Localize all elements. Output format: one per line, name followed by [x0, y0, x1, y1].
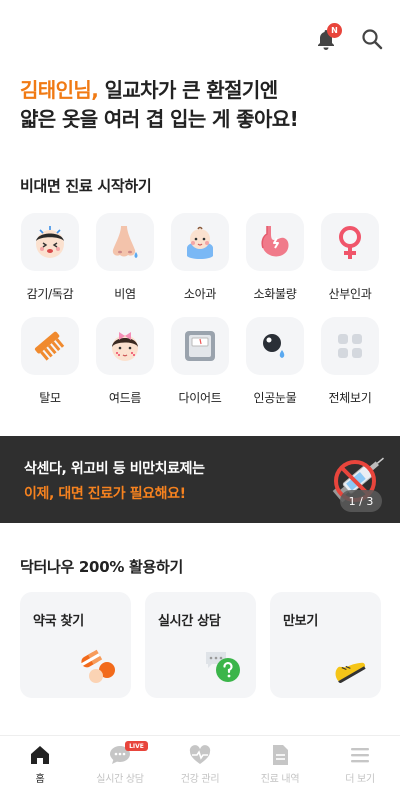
chat-question-icon: [206, 652, 240, 682]
tab-history[interactable]: 진료 내역: [240, 736, 320, 791]
tab-more[interactable]: 더 보기: [320, 736, 400, 791]
telemedicine-section-title: 비대면 진료 시작하기: [20, 177, 152, 195]
category-pediatrics[interactable]: 소아과: [170, 213, 230, 302]
greeting-message: 김태인님, 일교차가 큰 환절기엔 얇은 옷을 여러 겹 입는 게 좋아요!: [20, 76, 299, 134]
category-label: 감기/독감: [26, 287, 74, 301]
greeting-line2: 얇은 옷을 여러 겹 입는 게 좋아요!: [20, 107, 299, 131]
card-title: 약국 찾기: [33, 614, 84, 629]
tab-label: 실시간 상담: [96, 774, 144, 785]
category-label: 다이어트: [178, 391, 222, 405]
sneaker-icon: [335, 662, 366, 683]
category-cold[interactable]: 감기/독감: [20, 213, 80, 302]
grid-icon: [338, 334, 362, 358]
pedometer-card[interactable]: 만보기: [270, 592, 381, 698]
category-acne[interactable]: 여드름: [95, 317, 155, 406]
baby-icon: [187, 226, 213, 259]
search-icon[interactable]: [361, 28, 383, 50]
tab-label: 건강 관리: [180, 774, 220, 785]
category-label: 인공눈물: [253, 391, 297, 405]
category-tile: [171, 317, 229, 375]
category-tile: [321, 317, 379, 375]
live-consult-card[interactable]: 실시간 상담: [145, 592, 256, 698]
category-label: 소화불량: [253, 287, 297, 301]
category-label: 전체보기: [328, 391, 372, 405]
category-tile: [21, 317, 79, 375]
category-tile: [246, 317, 304, 375]
category-label: 비염: [114, 287, 136, 301]
top-bar: N: [0, 0, 400, 60]
category-tile: [171, 213, 229, 271]
female-icon: [339, 226, 361, 259]
scale-icon: [185, 331, 215, 361]
bottom-tab-bar: 홈 실시간 상담 건강 관리 진료 내역 더 보기: [0, 735, 400, 791]
banner-line1: 삭센다, 위고비 등 비만치료제는: [24, 461, 205, 477]
category-label: 탈모: [39, 391, 61, 405]
card-title: 실시간 상담: [158, 614, 221, 629]
category-tile: [321, 213, 379, 271]
category-label: 소아과: [183, 287, 217, 301]
home-icon: [31, 746, 49, 764]
eye-drop-icon: [263, 334, 285, 358]
user-name: 김태인님,: [20, 78, 99, 102]
tab-label: 진료 내역: [260, 774, 300, 785]
acne-face-icon: [112, 332, 138, 361]
comb-icon: [34, 331, 65, 361]
greeting-line1: 일교차가 큰 환절기엔: [98, 78, 279, 102]
card-title: 만보기: [283, 614, 318, 629]
tab-label: 더 보기: [345, 774, 375, 785]
category-tile: [246, 213, 304, 271]
features-section-title: 닥터나우 200% 활용하기: [20, 558, 183, 576]
tab-home[interactable]: 홈: [0, 736, 80, 791]
category-indigestion[interactable]: 소화불량: [245, 213, 305, 302]
category-view-all[interactable]: 전체보기: [320, 317, 380, 406]
pharmacy-card[interactable]: 약국 찾기: [20, 592, 131, 698]
menu-icon: [351, 748, 369, 763]
heart-pulse-icon: [189, 745, 211, 764]
sick-face-icon: [36, 226, 64, 258]
pills-icon: [81, 649, 115, 683]
banner-line2: 이제, 대면 진료가 필요해요!: [24, 486, 186, 502]
category-tile: [21, 213, 79, 271]
category-tile: [96, 213, 154, 271]
stomach-icon: [261, 226, 289, 257]
banner-page-indicator: 1 / 3: [340, 490, 382, 512]
category-rhinitis[interactable]: 비염: [95, 213, 155, 302]
tab-label: 홈: [35, 774, 45, 785]
runny-nose-icon: [112, 226, 138, 258]
category-obgyn[interactable]: 산부인과: [320, 213, 380, 302]
category-label: 산부인과: [328, 287, 372, 301]
live-badge: LIVE: [125, 741, 148, 751]
category-tile: [96, 317, 154, 375]
tab-live-consult[interactable]: 실시간 상담: [80, 736, 160, 791]
category-hair-loss[interactable]: 탈모: [20, 317, 80, 406]
promo-banner[interactable]: 삭센다, 위고비 등 비만치료제는 이제, 대면 진료가 필요해요!: [0, 436, 400, 523]
category-label: 여드름: [108, 391, 142, 405]
category-diet[interactable]: 다이어트: [170, 317, 230, 406]
category-eye-drops[interactable]: 인공눈물: [245, 317, 305, 406]
tab-health[interactable]: 건강 관리: [160, 736, 240, 791]
document-icon: [273, 745, 288, 765]
notification-badge: N: [327, 23, 342, 38]
